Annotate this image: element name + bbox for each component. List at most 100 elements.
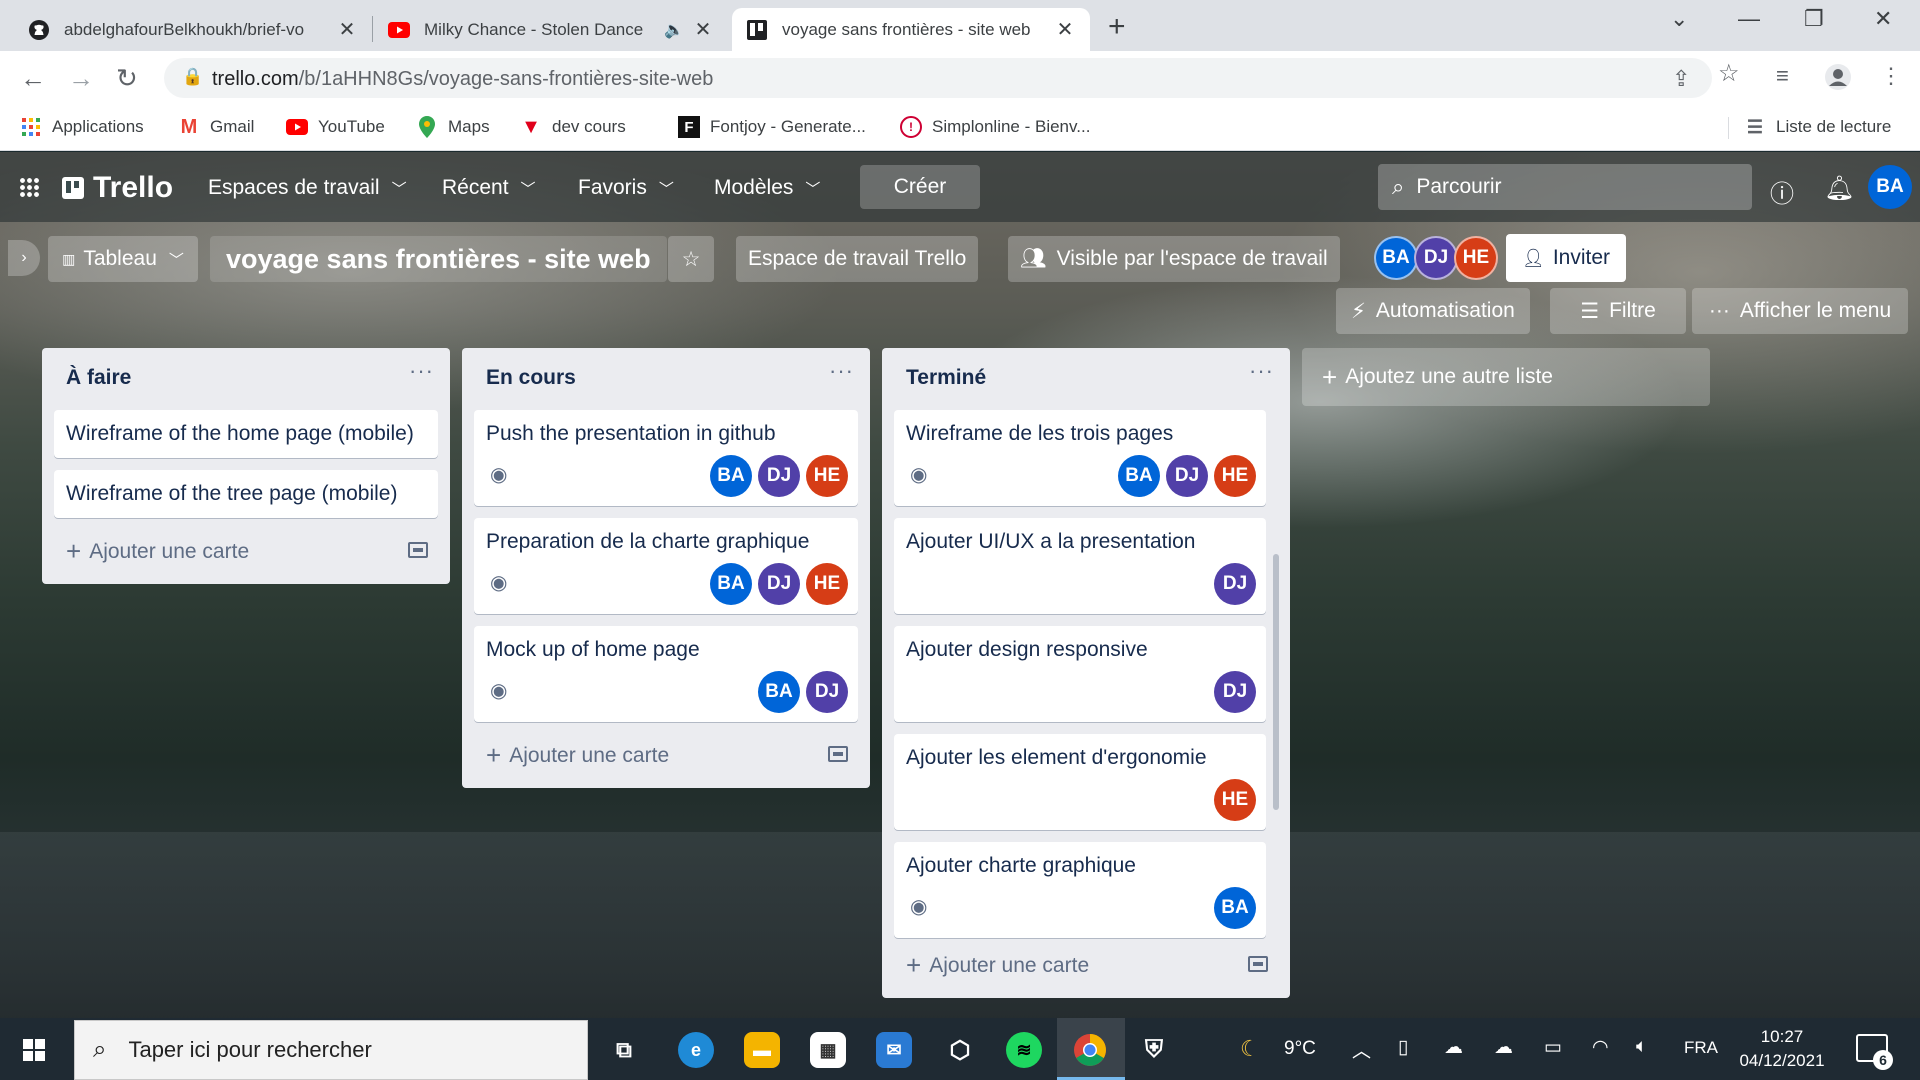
templates-menu[interactable]: Modèles ﹀ [714, 176, 820, 200]
card-member-avatar[interactable]: DJ [758, 455, 800, 497]
card-member-avatar[interactable]: BA [1214, 887, 1256, 929]
starred-menu[interactable]: Favoris ﹀ [578, 176, 674, 200]
list-menu-icon[interactable]: ··· [829, 358, 854, 384]
volume-icon[interactable]: 🔈︎ [1636, 1036, 1647, 1058]
card[interactable]: Ajouter UI/UX a la presentation DJ [894, 518, 1266, 614]
card-member-avatar[interactable]: DJ [758, 563, 800, 605]
card[interactable]: Mock up of home page ◉ BA DJ [474, 626, 858, 722]
chrome-icon[interactable] [1072, 1032, 1108, 1068]
tab-youtube[interactable]: Milky Chance - Stolen Dance 🔈 ✕ [374, 8, 728, 51]
workspaces-menu[interactable]: Espaces de travail ﹀ [208, 176, 407, 200]
recent-menu[interactable]: Récent ﹀ [442, 176, 536, 200]
cube-app-icon[interactable]: ⬡ [942, 1032, 978, 1068]
card-member-avatar[interactable]: BA [1118, 455, 1160, 497]
trello-logo[interactable]: Trello [62, 171, 173, 205]
card[interactable]: Wireframe of the home page (mobile) [54, 410, 438, 458]
close-window-icon[interactable]: ✕ [1874, 6, 1892, 32]
taskbar-clock[interactable]: 10:27 04/12/2021 [1728, 1025, 1836, 1073]
card-template-icon[interactable] [1248, 956, 1268, 972]
cloud-offline-icon[interactable]: ☁ [1444, 1036, 1463, 1059]
star-board-icon[interactable]: ☆ [668, 236, 714, 282]
spotify-icon[interactable]: ≋ [1006, 1032, 1042, 1068]
card-member-avatar[interactable]: HE [806, 455, 848, 497]
create-button[interactable]: Créer [860, 165, 980, 209]
card-member-avatar[interactable]: HE [1214, 779, 1256, 821]
card-member-avatar[interactable]: DJ [1166, 455, 1208, 497]
add-card-button[interactable]: + Ajouter une carte [906, 950, 1089, 981]
add-list-button[interactable]: + Ajoutez une autre liste [1302, 348, 1710, 406]
search-input[interactable]: ⌕ Parcourir [1378, 164, 1752, 210]
card-member-avatar[interactable]: DJ [1214, 563, 1256, 605]
tab-trello-active[interactable]: voyage sans frontières - site web ✕ [732, 8, 1090, 51]
back-arrow-icon[interactable]: ← [20, 63, 46, 94]
chrome-menu-icon[interactable]: ⋮ [1880, 63, 1902, 89]
card-member-avatar[interactable]: BA [758, 671, 800, 713]
profile-icon[interactable] [1824, 63, 1852, 97]
card[interactable]: Wireframe de les trois pages ◉ BA DJ HE [894, 410, 1266, 506]
address-bar[interactable]: 🔒 trello.com/b/1aHHN8Gs/voyage-sans-fron… [164, 58, 1712, 98]
card-member-avatar[interactable]: BA [710, 563, 752, 605]
add-card-button[interactable]: + Ajouter une carte [486, 740, 669, 771]
language-indicator[interactable]: FRA [1684, 1038, 1718, 1058]
close-tab-icon[interactable]: ✕ [336, 17, 358, 42]
forward-arrow-icon[interactable]: → [68, 63, 94, 94]
board-title[interactable]: voyage sans frontières - site web [210, 236, 667, 282]
tab-search-chevron-icon[interactable]: ⌄ [1670, 6, 1688, 32]
security-shield-icon[interactable]: ⛨ [1136, 1032, 1172, 1068]
minimize-icon[interactable]: — [1738, 6, 1760, 32]
mail-icon[interactable]: ✉ [876, 1032, 912, 1068]
speaker-icon[interactable]: 🔈 [664, 20, 684, 40]
card-member-avatar[interactable]: DJ [1214, 671, 1256, 713]
card[interactable]: Ajouter les element d'ergonomie HE [894, 734, 1266, 830]
visibility-button[interactable]: 👥︎ Visible par l'espace de travail [1008, 236, 1340, 282]
onedrive-icon[interactable]: ☁ [1494, 1036, 1513, 1059]
lock-icon[interactable]: 🔒 [182, 67, 203, 87]
wifi-icon[interactable]: ◠ [1592, 1036, 1609, 1059]
url-text[interactable]: trello.com/b/1aHHN8Gs/voyage-sans-fronti… [212, 68, 713, 91]
tab-github[interactable]: abdelghafourBelkhoukh/brief-vo ✕ [14, 8, 372, 51]
list-scrollbar[interactable] [1273, 554, 1279, 810]
taskbar-search-input[interactable]: ⌕ Taper ici pour rechercher [74, 1020, 588, 1080]
notification-bell-icon[interactable]: 🔔︎ [1824, 174, 1854, 203]
board-member-avatar[interactable]: BA [1374, 236, 1418, 280]
card[interactable]: Wireframe of the tree page (mobile) [54, 470, 438, 518]
microsoft-store-icon[interactable]: ▦ [810, 1032, 846, 1068]
bookmark-simplonline[interactable]: ! Simplonline - Bienv... [900, 116, 1090, 138]
invite-button[interactable]: 👤︎ Inviter [1506, 234, 1626, 282]
sidebar-expand-icon[interactable]: › [8, 240, 40, 276]
file-explorer-icon[interactable]: ▬ [744, 1032, 780, 1068]
reload-icon[interactable]: ↻ [116, 63, 138, 94]
list-menu-icon[interactable]: ··· [1249, 358, 1274, 384]
moon-weather-icon[interactable]: ☾ [1240, 1036, 1260, 1062]
card[interactable]: Ajouter design responsive DJ [894, 626, 1266, 722]
card-template-icon[interactable] [828, 746, 848, 762]
workspace-button[interactable]: Espace de travail Trello [736, 236, 979, 282]
bookmark-youtube[interactable]: YouTube [286, 116, 385, 138]
user-avatar[interactable]: BA [1868, 165, 1912, 209]
share-icon[interactable]: ⇪ [1672, 66, 1690, 92]
card-template-icon[interactable] [408, 542, 428, 558]
automation-button[interactable]: ⚡︎ Automatisation [1336, 288, 1530, 334]
close-tab-icon[interactable]: ✕ [692, 17, 714, 42]
list-menu-icon[interactable]: ··· [409, 358, 434, 384]
add-card-button[interactable]: + Ajouter une carte [66, 536, 249, 567]
board-view-switcher[interactable]: ▥ Tableau ﹀ [48, 236, 198, 282]
board-member-avatar[interactable]: DJ [1414, 236, 1458, 280]
task-view-icon[interactable]: ⧉ [606, 1032, 642, 1068]
media-control-icon[interactable]: ≡ [1776, 63, 1789, 89]
card-member-avatar[interactable]: HE [1214, 455, 1256, 497]
bookmark-fontjoy[interactable]: F Fontjoy - Generate... [678, 116, 866, 138]
card[interactable]: Push the presentation in github ◉ BA DJ … [474, 410, 858, 506]
list-title[interactable]: À faire [66, 366, 131, 390]
bookmark-gmail[interactable]: M Gmail [178, 116, 255, 138]
bookmark-star-icon[interactable]: ☆ [1718, 59, 1740, 88]
device-icon[interactable]: ▯ [1398, 1036, 1408, 1059]
close-tab-icon[interactable]: ✕ [1054, 17, 1076, 42]
tray-overflow-chevron-icon[interactable]: ︿ [1352, 1036, 1371, 1063]
bookmark-applications[interactable]: Applications [20, 116, 144, 138]
reading-list[interactable]: ☰ Liste de lecture [1744, 116, 1891, 138]
edge-icon[interactable]: e [678, 1032, 714, 1068]
windows-start-icon[interactable] [23, 1039, 45, 1061]
card-member-avatar[interactable]: BA [710, 455, 752, 497]
info-icon[interactable]: ⓘ [1770, 174, 1794, 209]
